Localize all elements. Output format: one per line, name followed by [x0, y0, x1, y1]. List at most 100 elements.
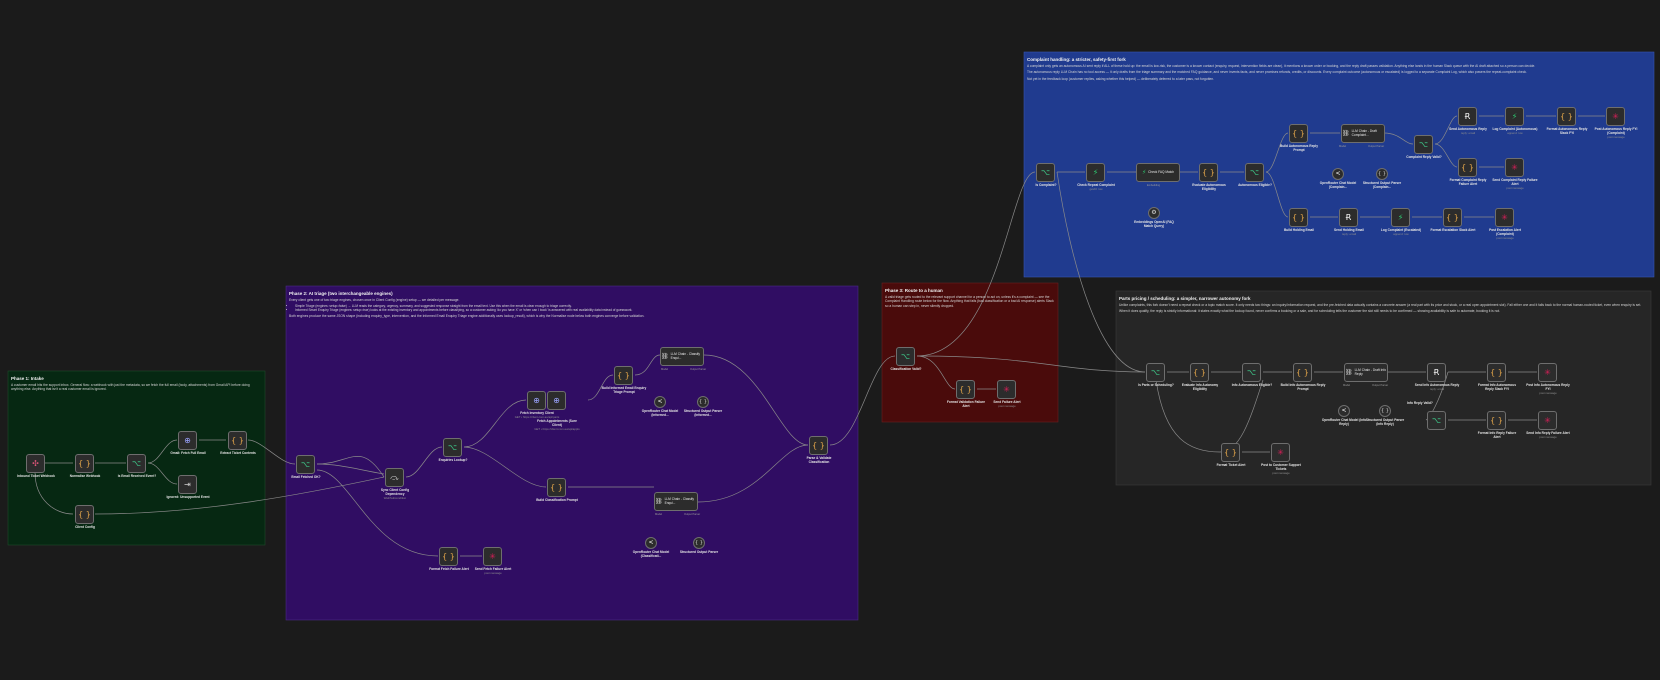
parser-info-node[interactable]: { } — [1379, 405, 1391, 417]
parser-complaint-node[interactable]: { } — [1376, 168, 1388, 180]
complaint-reply-valid-node[interactable]: ⌥ — [1414, 135, 1433, 154]
if-branch-icon: ⌥ — [1431, 415, 1442, 425]
openrouter-complaint-node[interactable]: < — [1332, 168, 1344, 180]
node-label: Format Info Autonomous Reply Slack FYI — [1478, 383, 1516, 391]
node-label: Structured Output Parser (Informed... — [683, 409, 723, 417]
format-validation-failure-node[interactable]: { } — [956, 380, 975, 399]
info-reply-valid-node[interactable]: ⌥ — [1427, 411, 1446, 430]
llm-chain-informed-node[interactable]: ⛓ LLM Chain - Classify Enqui... — [660, 347, 704, 366]
gmail-fetch-node[interactable]: ⊕ — [178, 431, 197, 450]
webhook-node[interactable]: ✣ — [26, 454, 45, 473]
openrouter-info-node[interactable]: < — [1338, 405, 1350, 417]
send-info-fail-node[interactable]: ✳ — [1538, 411, 1557, 430]
format-escalation-node[interactable]: { } — [1443, 208, 1462, 227]
port-output-parser: Output Parser — [1372, 384, 1389, 387]
node-label: Send Failure Alert post message — [993, 400, 1021, 408]
check-repeat-node[interactable]: ⚡ — [1086, 163, 1105, 182]
info-p2: When it does qualify, the reply is stric… — [1119, 309, 1501, 314]
openrouter-informed-node[interactable]: < — [654, 396, 666, 408]
parser-icon: { } — [1378, 170, 1386, 177]
send-complaint-fail-node[interactable]: ✳ — [1505, 158, 1524, 177]
llm-chain-simple-node[interactable]: ⛓ LLM Chain - Classify Enqui... — [654, 492, 698, 511]
node-label: Extract Ticket Contents — [220, 451, 256, 455]
complaint-p3: Not yet in the feedback loop (customer r… — [1027, 76, 1215, 81]
build-info-prompt-node[interactable]: { } — [1293, 363, 1312, 382]
autonomous-eligible-node[interactable]: ⌥ — [1245, 163, 1264, 182]
is-email-event-node[interactable]: ⌥ — [127, 454, 146, 473]
node-label: Classification Valid? — [890, 367, 922, 371]
ignored-event-node[interactable]: ⇥ — [178, 475, 197, 494]
node-label: Post Autonomous Reply FYI (Complaint) pos… — [1594, 127, 1638, 139]
if-branch-icon: ⌥ — [131, 458, 142, 468]
node-label: Structured Output Parser — [679, 550, 719, 554]
normalise-webhook-node[interactable]: { } — [75, 454, 94, 473]
eval-autonomous-node[interactable]: { } — [1199, 163, 1218, 182]
post-support-node[interactable]: ✳ — [1271, 443, 1290, 462]
node-title: LLM Chain - Classify Enqui... — [664, 496, 695, 505]
info-p1: Unlike complaints, this fork doesn't nee… — [1119, 303, 1642, 307]
port-output-parser: Output Parser — [684, 513, 701, 516]
build-informed-prompt-node[interactable]: { } — [614, 366, 633, 385]
slack-icon: ✳ — [1612, 111, 1619, 121]
send-info-reply-node[interactable]: Ɍ — [1427, 363, 1446, 382]
parser-simple-node[interactable]: { } — [693, 537, 705, 549]
send-auto-reply-node[interactable]: Ɍ — [1458, 107, 1477, 126]
openrouter-simple-node[interactable]: < — [645, 537, 657, 549]
port-output-parser: Output Parser — [1368, 145, 1385, 148]
is-complaint-node[interactable]: ⌥ — [1036, 163, 1055, 182]
node-label: Send Info Autonomous Reply reply: email — [1414, 383, 1460, 391]
node-label: Build Info Autonomous Reply Prompt — [1280, 383, 1326, 391]
node-label: OpenRouter Chat Model (Complain... — [1319, 181, 1357, 189]
info-eligible-node[interactable]: ⌥ — [1242, 363, 1261, 382]
extract-ticket-node[interactable]: { } — [228, 431, 247, 450]
post-info-fyi-node[interactable]: ✳ — [1538, 363, 1557, 382]
format-complaint-fail-node[interactable]: { } — [1458, 158, 1477, 177]
node-label: Inbound Ticket Webhook — [17, 474, 55, 478]
node-label: Build Holding Email — [1283, 228, 1315, 232]
enquiries-lookup-node[interactable]: ⌥ — [443, 438, 462, 457]
node-label: Format Validation Failure Alert — [946, 400, 986, 408]
post-escalation-node[interactable]: ✳ — [1495, 208, 1514, 227]
is-parts-node[interactable]: ⌥ — [1146, 363, 1165, 382]
complaint-note: Complaint handling: a stricter, safety-f… — [1024, 52, 1654, 277]
slack-icon: ✳ — [1544, 367, 1551, 377]
openrouter-icon: < — [648, 539, 654, 546]
format-ticket-node[interactable]: { } — [1221, 443, 1240, 462]
check-faq-node[interactable]: ⚡ Check FAQ Match — [1136, 163, 1180, 182]
node-label: Is Email Received Event? — [117, 474, 157, 478]
format-info-fyi-node[interactable]: { } — [1487, 363, 1506, 382]
node-label: Enquiries Lookup? — [438, 458, 468, 462]
phase2-bullet: Informed Smart Enquiry Triage (engines: … — [295, 308, 855, 312]
classification-valid-node[interactable]: ⌥ — [896, 347, 915, 366]
format-auto-slack-node[interactable]: { } — [1557, 107, 1576, 126]
node-label: OpenRouter Chat Model (Informed... — [641, 409, 679, 417]
code-braces-icon: { } — [1560, 111, 1573, 121]
code-braces-icon: { } — [1202, 167, 1215, 177]
node-label: Post Info Autonomous Reply FYI post messa… — [1526, 383, 1570, 395]
fetch-inventory-node[interactable]: ⊕ — [527, 391, 546, 410]
send-fetch-failure-node[interactable]: ✳ — [483, 547, 502, 566]
eval-info-node[interactable]: { } — [1190, 363, 1209, 382]
llm-chain-info-node[interactable]: ⛓ LLM Chain - Draft Info Reply — [1344, 363, 1388, 382]
embeddings-node[interactable]: ⚙ — [1148, 207, 1160, 219]
format-fetch-failure-node[interactable]: { } — [439, 547, 458, 566]
llm-chain-complaint-node[interactable]: ⛓ LLM Chain - Draft Complaint... — [1341, 124, 1385, 143]
node-label: Format Escalation Slack Alert — [1430, 228, 1476, 232]
parse-validate-node[interactable]: { } — [809, 436, 828, 455]
send-failure-alert-node[interactable]: ✳ — [997, 380, 1016, 399]
code-braces-icon: { } — [1193, 367, 1206, 377]
build-auto-prompt-node[interactable]: { } — [1289, 124, 1308, 143]
log-escalated-node[interactable]: ⚡ — [1391, 208, 1410, 227]
post-auto-fyi-node[interactable]: ✳ — [1606, 107, 1625, 126]
sync-client-config-node[interactable]: ⤼ — [385, 468, 404, 487]
format-info-fail-node[interactable]: { } — [1487, 411, 1506, 430]
email-fetched-ok-node[interactable]: ⌥ — [296, 455, 315, 474]
client-config-node[interactable]: { } — [75, 505, 94, 524]
fetch-appointments-node[interactable]: ⊕ — [547, 391, 566, 410]
build-classification-prompt-node[interactable]: { } — [547, 478, 566, 497]
port-embedding: Embedding — [1147, 184, 1161, 187]
send-holding-email-node[interactable]: Ɍ — [1339, 208, 1358, 227]
parser-informed-node[interactable]: { } — [697, 396, 709, 408]
build-holding-node[interactable]: { } — [1289, 208, 1308, 227]
log-complaint-auto-node[interactable]: ⚡ — [1505, 107, 1524, 126]
